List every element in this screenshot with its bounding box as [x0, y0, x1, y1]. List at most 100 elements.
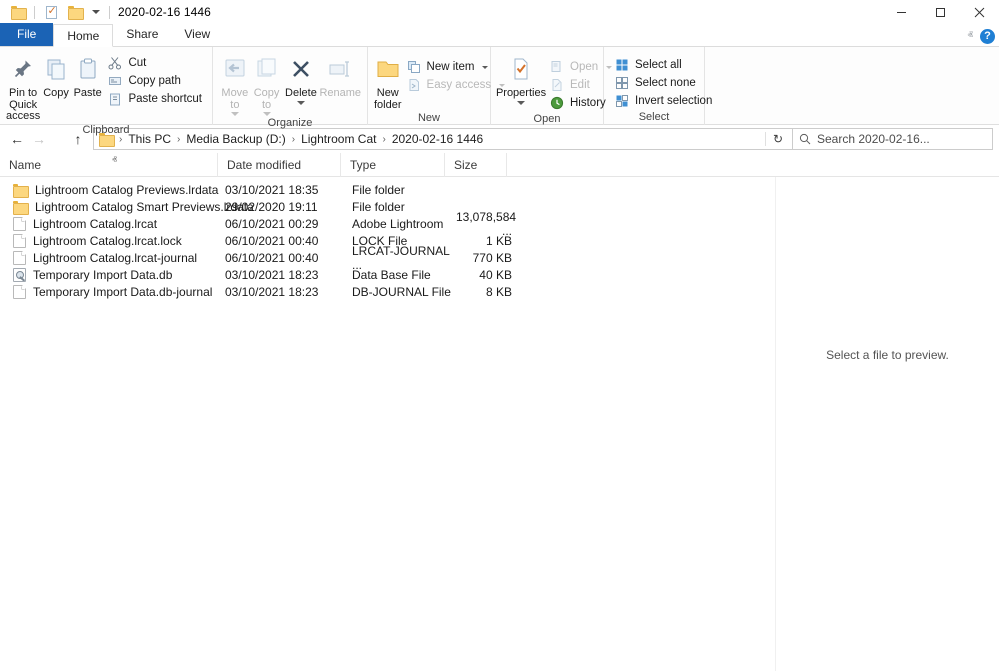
paste-icon: [75, 53, 101, 85]
delete-button[interactable]: Delete: [282, 51, 319, 105]
copy-button[interactable]: Copy: [40, 51, 72, 100]
column-header-date-modified[interactable]: Date modified: [218, 153, 341, 177]
column-header-row: Name ⱏ Date modified Type Size: [0, 153, 999, 177]
file-name-label: Lightroom Catalog.lrcat: [33, 217, 157, 231]
copy-icon: [43, 53, 69, 85]
select-all-button[interactable]: Select all: [610, 56, 716, 74]
paste-shortcut-button[interactable]: Paste shortcut: [103, 90, 206, 108]
breadcrumb-dropdown-icon[interactable]: ⱟ: [751, 134, 765, 145]
column-header-name[interactable]: Name ⱏ: [0, 153, 218, 177]
minimize-button[interactable]: [882, 0, 921, 24]
clipboard-small-commands: Cut Copy path Paste shortcut: [103, 51, 206, 108]
column-header-type[interactable]: Type: [341, 153, 445, 177]
open-icon: [549, 59, 565, 75]
ribbon-right-controls: ⱏ ?: [968, 29, 995, 44]
open-group-label: Open: [491, 112, 603, 126]
history-icon: [549, 95, 565, 111]
new-group-label: New: [368, 111, 490, 125]
copy-to-button[interactable]: Copy to: [251, 51, 283, 116]
breadcrumb-separator-3[interactable]: ›: [379, 134, 388, 145]
invert-selection-label: Invert selection: [635, 95, 712, 107]
file-type-cell: DB-JOURNAL File: [352, 285, 456, 299]
copy-label: Copy: [43, 88, 69, 100]
history-label: History: [570, 97, 606, 109]
invert-selection-button[interactable]: Invert selection: [610, 92, 716, 110]
file-list[interactable]: Lightroom Catalog Previews.lrdata 03/10/…: [0, 177, 775, 671]
paste-label: Paste: [74, 88, 102, 100]
easy-access-icon: [406, 77, 422, 93]
ribbon-group-select: Select all Select none Invert selection …: [604, 47, 705, 125]
qat-properties-icon[interactable]: [41, 2, 61, 22]
ribbon-group-open: Properties Open Edit History Open: [491, 47, 604, 125]
folder-icon: [13, 183, 28, 196]
qat-customize-caret-icon[interactable]: [92, 10, 100, 14]
preview-placeholder-message: Select a file to preview.: [826, 348, 949, 362]
copy-path-button[interactable]: Copy path: [103, 72, 206, 90]
ribbon: Pin to Quick access Copy Paste Cut Copy …: [0, 47, 999, 125]
file-name-label: Lightroom Catalog Previews.lrdata: [35, 183, 218, 197]
cut-button[interactable]: Cut: [103, 54, 206, 72]
breadcrumb-item-lightroom-cat[interactable]: Lightroom Cat: [298, 132, 379, 146]
rename-label: Rename: [319, 88, 361, 100]
preview-pane: Select a file to preview.: [775, 177, 999, 671]
tab-share[interactable]: Share: [113, 23, 171, 46]
ribbon-group-new: New folder New item Easy access New: [368, 47, 491, 125]
file-name-label: Lightroom Catalog.lrcat.lock: [33, 234, 182, 248]
column-header-size[interactable]: Size: [445, 153, 507, 177]
ribbon-group-organize: Move to Copy to Delete Rename Organize: [213, 47, 368, 125]
qat-new-folder-icon[interactable]: [65, 2, 85, 22]
file-icon: [13, 234, 26, 248]
paste-button[interactable]: Paste: [72, 51, 104, 100]
file-name-label: Temporary Import Data.db-journal: [33, 285, 212, 299]
table-row[interactable]: Lightroom Catalog.lrcat 06/10/2021 00:29…: [0, 215, 775, 232]
table-row[interactable]: Lightroom Catalog Smart Previews.lrdata …: [0, 198, 775, 215]
delete-x-icon: [289, 53, 313, 85]
invert-selection-icon: [614, 93, 630, 109]
select-none-button[interactable]: Select none: [610, 74, 716, 92]
delete-caret-icon[interactable]: [297, 101, 305, 105]
title-bar: 2020-02-16 1446: [0, 0, 999, 24]
table-row[interactable]: Lightroom Catalog Previews.lrdata 03/10/…: [0, 181, 775, 198]
pin-to-quick-access-label: Pin to Quick access: [6, 88, 40, 123]
qat-folder-icon[interactable]: [8, 2, 28, 22]
maximize-button[interactable]: [921, 0, 960, 24]
file-type-cell: Data Base File: [352, 268, 456, 282]
collapse-ribbon-icon[interactable]: ⱏ: [968, 30, 973, 43]
search-input[interactable]: Search 2020-02-16...: [793, 128, 993, 150]
properties-label: Properties: [496, 88, 546, 100]
close-button[interactable]: [960, 0, 999, 24]
table-row[interactable]: Temporary Import Data.db 03/10/2021 18:2…: [0, 266, 775, 283]
help-icon[interactable]: ?: [980, 29, 995, 44]
tab-view[interactable]: View: [171, 23, 223, 46]
file-icon: [13, 285, 26, 299]
new-item-caret-icon[interactable]: [482, 66, 488, 69]
tab-file[interactable]: File: [0, 23, 53, 46]
new-item-label: New item: [427, 61, 475, 73]
window-controls: [882, 0, 999, 24]
refresh-icon[interactable]: ↻: [765, 132, 790, 146]
move-to-button[interactable]: Move to: [219, 51, 251, 116]
breadcrumb-item-current[interactable]: 2020-02-16 1446: [389, 132, 486, 146]
file-name-cell: Lightroom Catalog.lrcat: [13, 217, 225, 231]
file-size-cell: 8 KB: [456, 285, 512, 299]
quick-access-toolbar: [8, 0, 112, 24]
pin-to-quick-access-button[interactable]: Pin to Quick access: [6, 51, 40, 123]
table-row[interactable]: Lightroom Catalog.lrcat-journal 06/10/20…: [0, 249, 775, 266]
breadcrumb-folder-icon: [99, 133, 114, 145]
file-type-cell: File folder: [352, 183, 456, 197]
move-to-label: Move to: [221, 88, 248, 111]
new-folder-button[interactable]: New folder: [374, 51, 402, 111]
paste-shortcut-label: Paste shortcut: [128, 93, 202, 105]
breadcrumb-separator-2[interactable]: ›: [289, 134, 298, 145]
file-date-cell: 03/10/2021 18:35: [225, 183, 352, 197]
table-row[interactable]: Temporary Import Data.db-journal 03/10/2…: [0, 283, 775, 300]
file-icon: [13, 251, 26, 265]
copy-path-icon: [107, 73, 123, 89]
properties-caret-icon[interactable]: [517, 101, 525, 105]
file-size-cell: 1 KB: [456, 234, 512, 248]
file-type-cell: File folder: [352, 200, 456, 214]
properties-button[interactable]: Properties: [497, 51, 545, 105]
tab-home[interactable]: Home: [53, 24, 113, 47]
rename-button[interactable]: Rename: [319, 51, 361, 100]
file-name-cell: Temporary Import Data.db: [13, 268, 225, 282]
